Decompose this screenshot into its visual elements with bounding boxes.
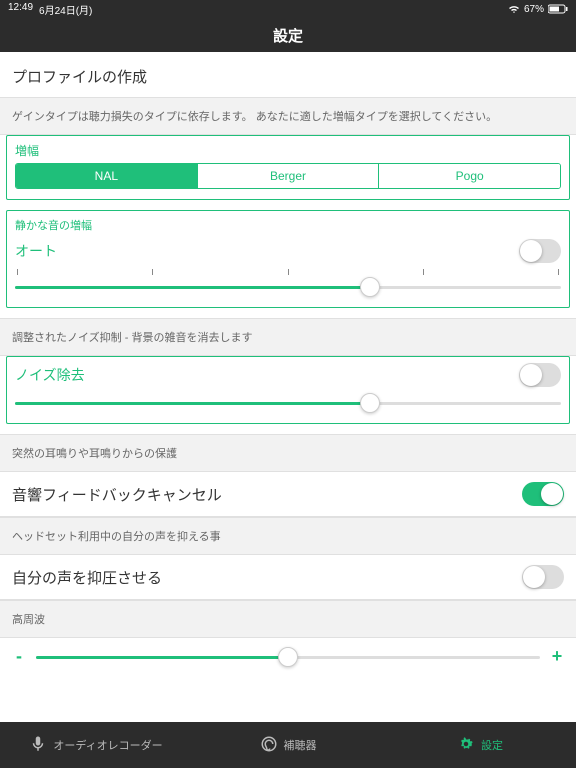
mic-icon: [29, 735, 47, 756]
highfreq-caption: 高周波: [0, 600, 576, 638]
noise-caption: 調整されたノイズ抑制 - 背景の雑音を消去します: [0, 318, 576, 356]
gain-card: 増幅 NAL Berger Pogo: [6, 135, 570, 200]
noise-toggle[interactable]: [519, 363, 561, 387]
ear-icon: [260, 735, 278, 756]
wifi-icon: [508, 4, 520, 14]
hf-minus[interactable]: -: [12, 646, 26, 667]
noise-card: ノイズ除去: [6, 356, 570, 424]
noise-row: ノイズ除去: [7, 357, 569, 389]
profile-header: プロファイルの作成: [0, 52, 576, 97]
gear-icon: [457, 735, 475, 756]
status-time: 12:49: [8, 2, 33, 17]
feedback-toggle[interactable]: [522, 482, 564, 506]
tab-hearing[interactable]: 補聴器: [192, 722, 384, 768]
tab-settings-label: 設定: [481, 737, 503, 753]
tab-recorder[interactable]: オーディオレコーダー: [0, 722, 192, 768]
page-title: 設定: [273, 25, 303, 46]
seg-pogo[interactable]: Pogo: [378, 164, 560, 188]
battery-pct: 67%: [524, 4, 544, 15]
ownvoice-caption: ヘッドセット利用中の自分の声を抑える事: [0, 517, 576, 555]
noise-slider-wrap: [7, 389, 569, 423]
quiet-card: 静かな音の増幅 オート: [6, 210, 570, 308]
gain-segmented: NAL Berger Pogo: [15, 163, 561, 189]
noise-title: ノイズ除去: [15, 365, 85, 385]
highfreq-row: - +: [0, 638, 576, 681]
status-bar: 12:49 6月24日(月) 67%: [0, 0, 576, 18]
gain-title: 増幅: [15, 142, 561, 159]
nav-bar: 設定: [0, 18, 576, 52]
quiet-title: 静かな音の増幅: [7, 211, 569, 233]
tab-bar: オーディオレコーダー 補聴器 設定: [0, 722, 576, 768]
quiet-value: オート: [15, 241, 57, 261]
quiet-slider-wrap: [7, 265, 569, 307]
highfreq-slider[interactable]: [36, 647, 540, 667]
feedback-caption: 突然の耳鳴りや耳鳴りからの保護: [0, 434, 576, 472]
quiet-slider[interactable]: [15, 277, 561, 297]
feedback-row: 音響フィードバックキャンセル: [0, 472, 576, 516]
tab-settings[interactable]: 設定: [384, 722, 576, 768]
ownvoice-toggle[interactable]: [522, 565, 564, 589]
hf-plus[interactable]: +: [550, 646, 564, 667]
status-date: 6月24日(月): [39, 2, 92, 17]
content: プロファイルの作成 ゲインタイプは聴力損失のタイプに依存します。 あなたに適した…: [0, 52, 576, 722]
ownvoice-row: 自分の声を抑圧させる: [0, 555, 576, 599]
noise-slider[interactable]: [15, 393, 561, 413]
seg-nal[interactable]: NAL: [16, 164, 197, 188]
quiet-row: オート: [7, 233, 569, 265]
quiet-toggle[interactable]: [519, 239, 561, 263]
tab-recorder-label: オーディオレコーダー: [53, 737, 162, 753]
gain-caption: ゲインタイプは聴力損失のタイプに依存します。 あなたに適した増幅タイプを選択して…: [0, 97, 576, 135]
battery-icon: [548, 4, 568, 14]
tab-hearing-label: 補聴器: [284, 737, 317, 753]
seg-berger[interactable]: Berger: [197, 164, 379, 188]
ownvoice-label: 自分の声を抑圧させる: [12, 567, 162, 588]
feedback-label: 音響フィードバックキャンセル: [12, 484, 222, 505]
